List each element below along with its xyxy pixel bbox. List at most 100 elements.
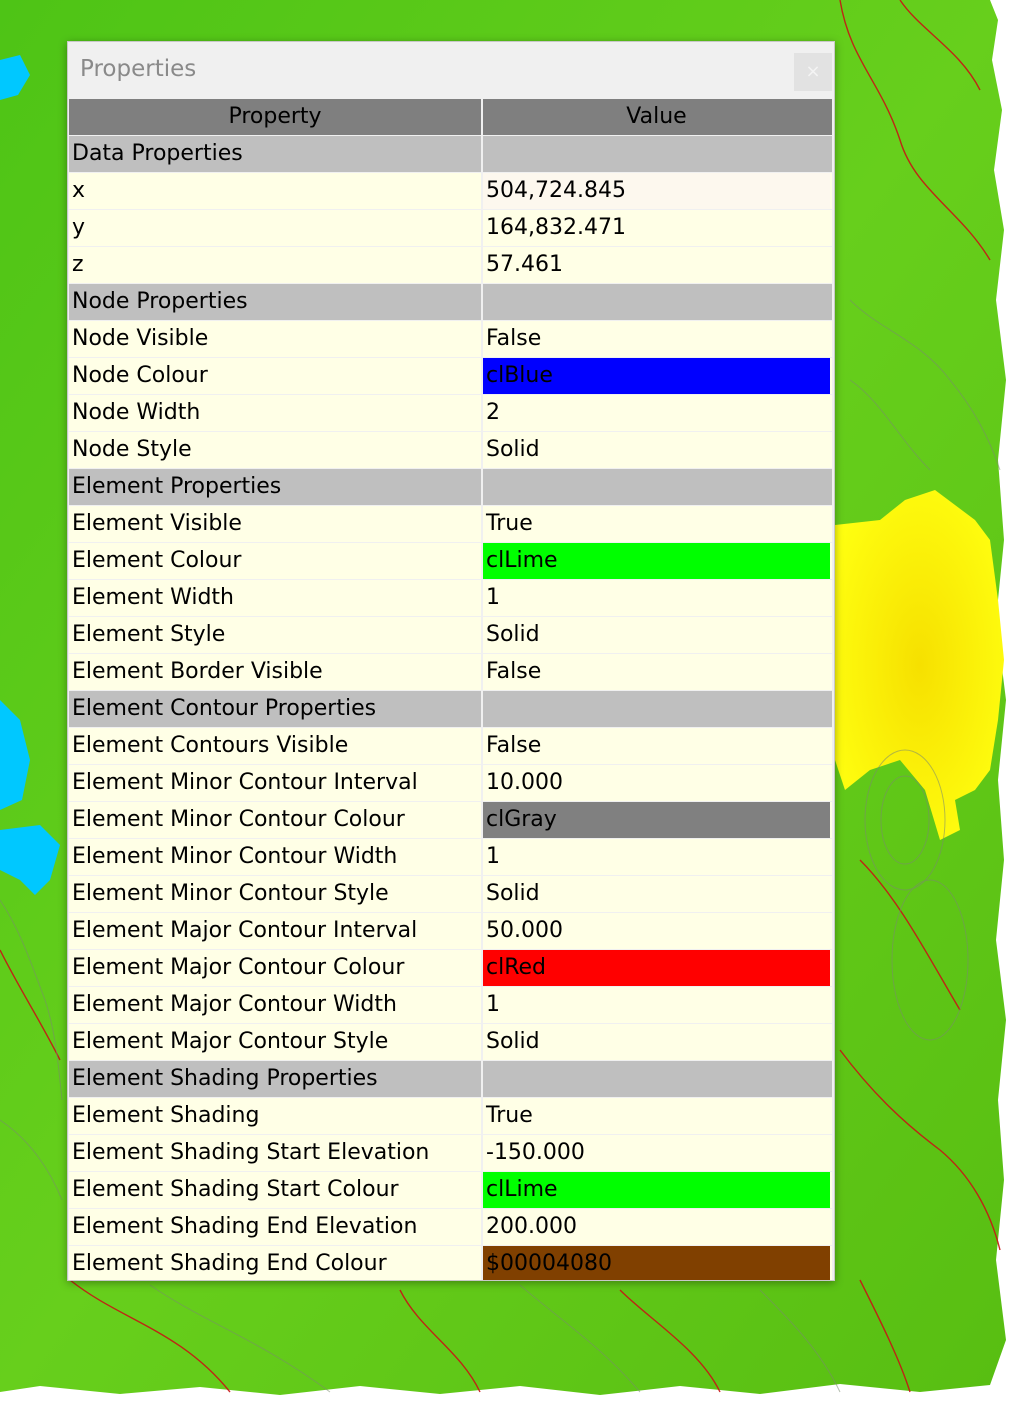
property-row[interactable]: z 57.461 xyxy=(69,247,832,284)
group-row[interactable]: Element Properties xyxy=(69,469,832,506)
property-value[interactable]: 10.000 xyxy=(481,765,830,801)
property-name: Element Minor Contour Colour xyxy=(72,807,405,832)
property-row[interactable]: Element Shading Start Colour clLime xyxy=(69,1172,832,1209)
property-row[interactable]: Element Minor Contour Width 1 xyxy=(69,839,832,876)
property-name: x xyxy=(72,178,86,203)
dialog-title: Properties xyxy=(80,56,197,82)
property-value[interactable]: 2 xyxy=(481,395,830,431)
group-row[interactable]: Element Contour Properties xyxy=(69,691,832,728)
property-value[interactable]: -150.000 xyxy=(481,1135,830,1171)
property-row[interactable]: Element Border Visible False xyxy=(69,654,832,691)
group-label: Element Contour Properties xyxy=(72,696,377,721)
colour-value-swatch[interactable]: clLime xyxy=(481,1172,830,1208)
property-value[interactable]: False xyxy=(481,654,830,690)
property-grid: Property Value Data Properties x 504,724.8… xyxy=(69,99,832,1280)
group-value-cell xyxy=(481,691,830,727)
group-label: Data Properties xyxy=(72,141,243,166)
property-name: y xyxy=(72,215,86,240)
property-name: Element Colour xyxy=(72,548,242,573)
property-row[interactable]: Element Major Contour Colour clRed xyxy=(69,950,832,987)
column-header-value[interactable]: Value xyxy=(481,99,830,135)
property-row[interactable]: Element Colour clLime xyxy=(69,543,832,580)
property-row[interactable]: Element Style Solid xyxy=(69,617,832,654)
property-row[interactable]: Element Shading End Colour $00004080 xyxy=(69,1246,832,1280)
group-value-cell xyxy=(481,469,830,505)
dialog-titlebar[interactable]: Properties × xyxy=(68,42,834,99)
properties-dialog: Properties × Property Value Data Propert… xyxy=(67,41,835,1281)
property-name: Element Contours Visible xyxy=(72,733,349,758)
colour-value-swatch[interactable]: $00004080 xyxy=(481,1246,830,1280)
property-value[interactable]: False xyxy=(481,728,830,764)
property-row[interactable]: Element Minor Contour Style Solid xyxy=(69,876,832,913)
property-name: Node Colour xyxy=(72,363,208,388)
property-name: Element Visible xyxy=(72,511,242,536)
property-row[interactable]: Element Width 1 xyxy=(69,580,832,617)
property-name: Element Major Contour Width xyxy=(72,992,397,1017)
colour-value-swatch[interactable]: clGray xyxy=(481,802,830,838)
group-value-cell xyxy=(481,1061,830,1097)
property-row[interactable]: Element Contours Visible False xyxy=(69,728,832,765)
property-name: Node Visible xyxy=(72,326,209,351)
group-label: Element Properties xyxy=(72,474,282,499)
property-row[interactable]: Element Major Contour Interval 50.000 xyxy=(69,913,832,950)
close-icon: × xyxy=(805,61,821,82)
property-row[interactable]: Node Style Solid xyxy=(69,432,832,469)
property-name: Element Shading End Elevation xyxy=(72,1214,418,1239)
property-name: Node Width xyxy=(72,400,201,425)
property-value[interactable]: True xyxy=(481,506,830,542)
property-name: Element Minor Contour Style xyxy=(72,881,389,906)
property-value[interactable]: False xyxy=(481,321,830,357)
property-row[interactable]: x 504,724.845 xyxy=(69,173,832,210)
property-row[interactable]: Element Shading True xyxy=(69,1098,832,1135)
property-row[interactable]: Element Shading End Elevation 200.000 xyxy=(69,1209,832,1246)
property-row[interactable]: Element Visible True xyxy=(69,506,832,543)
property-name: Element Shading End Colour xyxy=(72,1251,387,1276)
property-name: Element Shading Start Colour xyxy=(72,1177,399,1202)
group-row[interactable]: Node Properties xyxy=(69,284,832,321)
property-value[interactable]: 200.000 xyxy=(481,1209,830,1245)
property-row[interactable]: Node Colour clBlue xyxy=(69,358,832,395)
property-row[interactable]: y 164,832.471 xyxy=(69,210,832,247)
property-row[interactable]: Element Major Contour Width 1 xyxy=(69,987,832,1024)
grid-header-row: Property Value xyxy=(69,99,832,136)
property-row[interactable]: Element Minor Contour Interval 10.000 xyxy=(69,765,832,802)
property-name: Element Style xyxy=(72,622,226,647)
property-name: Element Major Contour Interval xyxy=(72,918,418,943)
property-value[interactable]: True xyxy=(481,1098,830,1134)
property-row[interactable]: Node Visible False xyxy=(69,321,832,358)
property-value[interactable]: 1 xyxy=(481,839,830,875)
property-value[interactable]: 57.461 xyxy=(481,247,830,283)
group-value-cell xyxy=(481,284,830,320)
property-row[interactable]: Element Shading Start Elevation -150.000 xyxy=(69,1135,832,1172)
group-label: Node Properties xyxy=(72,289,248,314)
group-label: Element Shading Properties xyxy=(72,1066,378,1091)
close-button[interactable]: × xyxy=(794,53,832,91)
property-name: Element Width xyxy=(72,585,234,610)
column-header-property[interactable]: Property xyxy=(69,99,481,135)
group-row[interactable]: Data Properties xyxy=(69,136,832,173)
group-row[interactable]: Element Shading Properties xyxy=(69,1061,832,1098)
property-name: Element Shading xyxy=(72,1103,260,1128)
property-name: z xyxy=(72,252,84,277)
property-value[interactable]: 1 xyxy=(481,580,830,616)
property-name: Element Border Visible xyxy=(72,659,323,684)
colour-value-swatch[interactable]: clLime xyxy=(481,543,830,579)
property-value[interactable]: Solid xyxy=(481,617,830,653)
property-row[interactable]: Element Major Contour Style Solid xyxy=(69,1024,832,1061)
property-value[interactable]: Solid xyxy=(481,432,830,468)
property-name: Element Minor Contour Width xyxy=(72,844,398,869)
property-value[interactable]: 164,832.471 xyxy=(481,210,830,246)
colour-value-swatch[interactable]: clBlue xyxy=(481,358,830,394)
property-value[interactable]: Solid xyxy=(481,1024,830,1060)
property-value[interactable]: 50.000 xyxy=(481,913,830,949)
property-value[interactable]: Solid xyxy=(481,876,830,912)
property-name: Element Major Contour Colour xyxy=(72,955,405,980)
property-row[interactable]: Element Minor Contour Colour clGray xyxy=(69,802,832,839)
property-row[interactable]: Node Width 2 xyxy=(69,395,832,432)
property-name: Element Major Contour Style xyxy=(72,1029,389,1054)
property-value[interactable]: 1 xyxy=(481,987,830,1023)
property-value[interactable]: 504,724.845 xyxy=(481,173,830,209)
colour-value-swatch[interactable]: clRed xyxy=(481,950,830,986)
property-name: Element Shading Start Elevation xyxy=(72,1140,430,1165)
property-name: Node Style xyxy=(72,437,192,462)
